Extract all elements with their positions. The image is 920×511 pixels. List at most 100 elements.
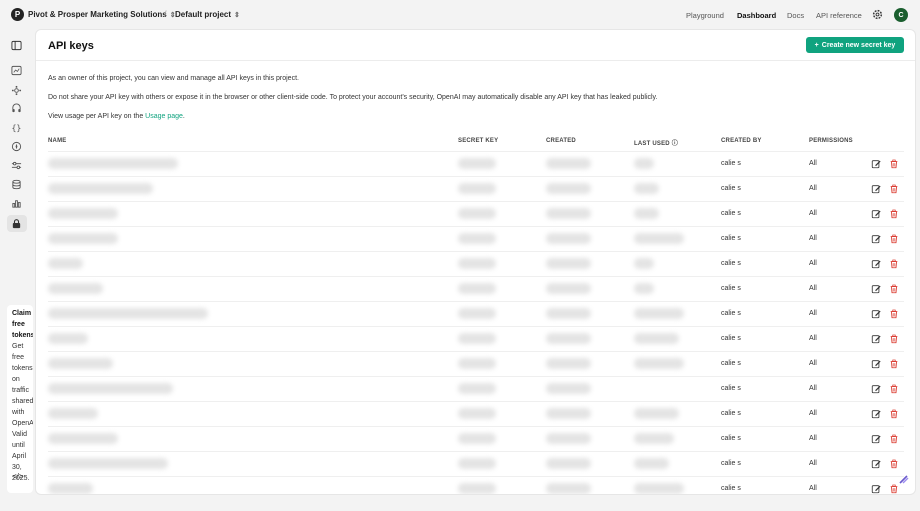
edit-icon[interactable] — [871, 234, 881, 244]
created-date-redacted — [546, 183, 591, 194]
usage-prefix: View usage per API key on the — [48, 113, 146, 120]
key-name-redacted — [48, 458, 168, 469]
permissions-value: All — [809, 460, 817, 467]
created-by-value: calie s — [721, 285, 741, 292]
col-permissions: PERMISSIONS — [809, 138, 853, 144]
delete-trash-icon[interactable] — [889, 309, 899, 319]
edit-icon[interactable] — [871, 309, 881, 319]
last-used-redacted — [634, 408, 679, 419]
permissions-value: All — [809, 185, 817, 192]
plus-icon: + — [814, 41, 819, 49]
delete-trash-icon[interactable] — [889, 234, 899, 244]
page-title: API keys — [48, 40, 94, 52]
delete-trash-icon[interactable] — [889, 484, 899, 494]
audio-icon[interactable] — [11, 103, 22, 114]
edit-icon[interactable] — [871, 259, 881, 269]
edit-icon[interactable] — [871, 359, 881, 369]
edit-icon[interactable] — [871, 184, 881, 194]
edit-icon[interactable] — [871, 209, 881, 219]
key-name-redacted — [48, 208, 118, 219]
created-by-value: calie s — [721, 160, 741, 167]
key-name-redacted — [48, 183, 153, 194]
created-date-redacted — [546, 258, 591, 269]
created-date-redacted — [546, 233, 591, 244]
code-braces-icon[interactable]: {} — [11, 122, 22, 133]
storage-database-icon[interactable] — [11, 179, 22, 190]
nav-playground[interactable]: Playground — [686, 11, 724, 20]
assistants-icon[interactable] — [11, 85, 22, 96]
created-date-redacted — [546, 358, 591, 369]
org-switcher[interactable]: Pivot & Prosper Marketing Solutions ⇕ — [28, 10, 176, 19]
delete-trash-icon[interactable] — [889, 409, 899, 419]
code-icon[interactable]: </> — [12, 472, 24, 481]
created-by-value: calie s — [721, 310, 741, 317]
last-used-redacted — [634, 433, 674, 444]
claim-tokens-card[interactable]: Claim free tokens Get free tokens on tra… — [7, 305, 33, 493]
usage-page-link[interactable]: Usage page — [145, 113, 183, 120]
created-by-value: calie s — [721, 260, 741, 267]
created-by-value: calie s — [721, 385, 741, 392]
nav-docs[interactable]: Docs — [787, 11, 804, 20]
delete-trash-icon[interactable] — [889, 434, 899, 444]
nav-api-reference[interactable]: API reference — [816, 11, 862, 20]
delete-trash-icon[interactable] — [889, 159, 899, 169]
last-used-redacted — [634, 283, 654, 294]
permissions-value: All — [809, 360, 817, 367]
org-avatar[interactable]: P — [11, 8, 24, 21]
key-name-redacted — [48, 333, 88, 344]
created-date-redacted — [546, 283, 591, 294]
info-icon: ⓘ — [671, 141, 678, 147]
created-date-redacted — [546, 408, 591, 419]
edit-icon[interactable] — [871, 334, 881, 344]
create-secret-key-button[interactable]: + Create new secret key — [806, 37, 904, 53]
created-by-value: calie s — [721, 435, 741, 442]
permissions-value: All — [809, 435, 817, 442]
secret-key-redacted — [458, 458, 496, 469]
edit-icon[interactable] — [871, 484, 881, 494]
description-usage: View usage per API key on the Usage page… — [48, 113, 185, 120]
permissions-value: All — [809, 210, 817, 217]
table-row: calie s All — [48, 251, 904, 276]
usage-chart-icon[interactable] — [11, 198, 22, 209]
created-by-value: calie s — [721, 335, 741, 342]
edit-icon[interactable] — [871, 159, 881, 169]
chat-icon[interactable] — [11, 65, 22, 76]
pen-assist-icon[interactable] — [898, 473, 910, 485]
edit-icon[interactable] — [871, 284, 881, 294]
sidebar-item-api-keys[interactable] — [7, 215, 27, 232]
delete-trash-icon[interactable] — [889, 184, 899, 194]
last-used-redacted — [634, 158, 654, 169]
created-date-redacted — [546, 333, 591, 344]
secret-key-redacted — [458, 208, 496, 219]
key-name-redacted — [48, 308, 208, 319]
created-by-value: calie s — [721, 210, 741, 217]
table-header: NAME SECRET KEY CREATED LAST USED ⓘ CREA… — [48, 138, 904, 150]
project-switcher[interactable]: Default project ⇕ — [175, 10, 240, 19]
last-used-redacted — [634, 458, 669, 469]
permissions-value: All — [809, 235, 817, 242]
secret-key-redacted — [458, 408, 496, 419]
created-by-value: calie s — [721, 235, 741, 242]
edit-icon[interactable] — [871, 459, 881, 469]
col-last-used-label: LAST USED — [634, 141, 670, 147]
delete-trash-icon[interactable] — [889, 384, 899, 394]
user-avatar[interactable]: C — [894, 8, 908, 22]
header-divider — [36, 60, 915, 61]
edit-icon[interactable] — [871, 384, 881, 394]
settings-gear-icon[interactable] — [872, 9, 883, 20]
permissions-value: All — [809, 310, 817, 317]
fine-tuning-sliders-icon[interactable] — [11, 160, 22, 171]
delete-trash-icon[interactable] — [889, 259, 899, 269]
last-used-redacted — [634, 183, 659, 194]
compass-icon[interactable] — [11, 141, 22, 152]
nav-dashboard[interactable]: Dashboard — [737, 11, 776, 20]
delete-trash-icon[interactable] — [889, 209, 899, 219]
delete-trash-icon[interactable] — [889, 359, 899, 369]
edit-icon[interactable] — [871, 409, 881, 419]
delete-trash-icon[interactable] — [889, 284, 899, 294]
sidebar-toggle-icon[interactable] — [11, 40, 22, 51]
delete-trash-icon[interactable] — [889, 334, 899, 344]
delete-trash-icon[interactable] — [889, 459, 899, 469]
edit-icon[interactable] — [871, 434, 881, 444]
sidebar: {} Claim free tokens Get free tokens on … — [0, 29, 34, 499]
